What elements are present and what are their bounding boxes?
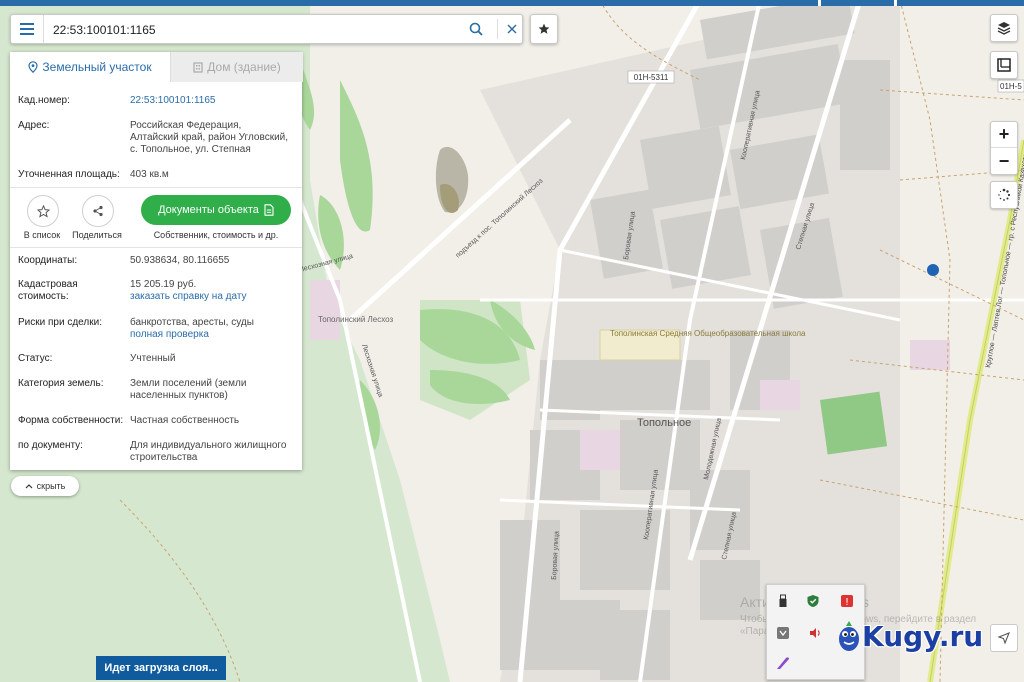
by-document-value: Для индивидуального жилищного строительс… xyxy=(130,440,287,463)
spinner-icon xyxy=(998,188,1011,201)
location-marker[interactable] xyxy=(927,264,939,276)
top-strip xyxy=(0,0,1024,6)
loading-indicator xyxy=(990,181,1018,209)
svg-text:!: ! xyxy=(845,597,849,608)
map-pin-icon xyxy=(28,61,38,73)
clear-search-button[interactable] xyxy=(497,19,522,39)
forestry-label: Тополинский Лесхоз xyxy=(318,315,394,324)
cadastral-cost-value: 15 205.19 руб. xyxy=(130,279,197,290)
ownership-label: Форма собственности: xyxy=(18,415,124,426)
address-value: Российская Федерация, Алтайский край, ра… xyxy=(130,120,289,155)
close-icon xyxy=(507,24,517,34)
layers-button[interactable] xyxy=(990,14,1018,42)
hide-panel-button[interactable]: скрыть xyxy=(11,476,79,496)
village-label: Топольное xyxy=(637,417,691,429)
object-info-panel: Земельный участок Дом (здание) Кад.номер… xyxy=(10,52,303,470)
full-check-link[interactable]: полная проверка xyxy=(130,329,290,341)
tab-land-plot-label: Земельный участок xyxy=(42,60,152,74)
search-bar xyxy=(10,14,523,44)
star-icon xyxy=(538,23,550,34)
favorites-button[interactable] xyxy=(530,14,558,44)
object-documents-label: Документы объекта xyxy=(158,204,259,216)
zoom-control: + − xyxy=(990,121,1018,175)
object-documents-button[interactable]: Документы объекта xyxy=(141,195,291,225)
cadastral-number-label: Кад.номер: xyxy=(18,95,70,106)
risks-value: банкротства, аресты, суды xyxy=(130,317,254,328)
panel-tabs: Земельный участок Дом (здание) xyxy=(10,52,303,82)
status-value: Учтенный xyxy=(130,353,176,364)
risks-value-wrap: банкротства, аресты, суды полная проверк… xyxy=(130,317,290,341)
address-label: Адрес: xyxy=(18,120,50,131)
road-label-1: 01Н-5311 xyxy=(634,73,669,82)
road-label-2: 01Н-5 xyxy=(1000,82,1022,91)
chevron-up-icon xyxy=(25,484,33,489)
zoom-out-button[interactable]: − xyxy=(991,148,1017,174)
brand-text: Kugy.ru xyxy=(862,619,984,653)
alert-icon[interactable]: ! xyxy=(839,593,855,609)
tab-building[interactable]: Дом (здание) xyxy=(170,52,303,82)
ownership-value: Частная собственность xyxy=(130,415,240,426)
search-icon xyxy=(469,22,483,36)
locate-me-button[interactable] xyxy=(990,624,1018,652)
search-input[interactable] xyxy=(51,19,455,41)
mascot-icon xyxy=(839,621,859,651)
layers-icon xyxy=(997,22,1011,35)
object-documents-subtitle: Собственник, стоимость и др. xyxy=(153,230,279,240)
menu-button[interactable] xyxy=(11,15,44,43)
divider xyxy=(10,187,302,188)
shield-icon[interactable] xyxy=(805,593,821,609)
speaker-icon[interactable] xyxy=(807,625,823,641)
ruler-icon xyxy=(997,58,1011,72)
cadastral-number-value[interactable]: 22:53:100101:1165 xyxy=(130,95,290,107)
add-to-list-label: В список xyxy=(23,230,61,240)
document-icon xyxy=(264,204,274,216)
building-icon xyxy=(193,61,203,73)
land-category-value: Земли поселений (земли населенных пункто… xyxy=(130,378,247,401)
coordinates-label: Координаты: xyxy=(18,255,78,266)
risks-label: Риски при сделки: xyxy=(18,317,102,328)
brand-watermark: Kugy.ru xyxy=(836,614,983,658)
tab-building-label: Дом (здание) xyxy=(207,60,281,74)
status-label: Статус: xyxy=(18,353,53,364)
zoom-in-button[interactable]: + xyxy=(991,122,1017,148)
tab-land-plot[interactable]: Земельный участок xyxy=(10,52,170,82)
share-label: Поделиться xyxy=(72,230,122,240)
hamburger-icon xyxy=(20,23,34,35)
measure-button[interactable] xyxy=(990,51,1018,79)
share-button[interactable] xyxy=(82,195,114,227)
hide-panel-label: скрыть xyxy=(36,481,66,491)
order-certificate-link[interactable]: заказать справку на дату xyxy=(130,291,290,303)
layer-loading-label: Идет загрузка слоя... xyxy=(96,656,226,680)
pen-icon[interactable] xyxy=(775,655,791,671)
land-category-label: Категория земель: xyxy=(18,378,104,389)
search-button[interactable] xyxy=(466,19,486,39)
cadastral-cost-value-wrap: 15 205.19 руб. заказать справку на дату xyxy=(130,279,290,303)
add-to-list-button[interactable] xyxy=(27,195,59,227)
area-value: 403 кв.м xyxy=(130,169,169,180)
share-icon xyxy=(93,205,103,217)
cadastral-cost-label: Кадастровая стоимость: xyxy=(18,279,78,302)
star-outline-icon xyxy=(36,204,50,218)
area-label: Уточненная площадь: xyxy=(18,169,120,180)
coordinates-value: 50.938634, 80.116655 xyxy=(130,255,230,266)
divider xyxy=(10,247,302,248)
navigation-arrow-icon xyxy=(998,632,1010,644)
app-icon[interactable] xyxy=(775,625,791,641)
by-document-label: по документу: xyxy=(18,440,83,451)
school-label: Тополинская Средняя Общеобразовательная … xyxy=(610,329,806,338)
usb-icon[interactable] xyxy=(775,593,791,609)
